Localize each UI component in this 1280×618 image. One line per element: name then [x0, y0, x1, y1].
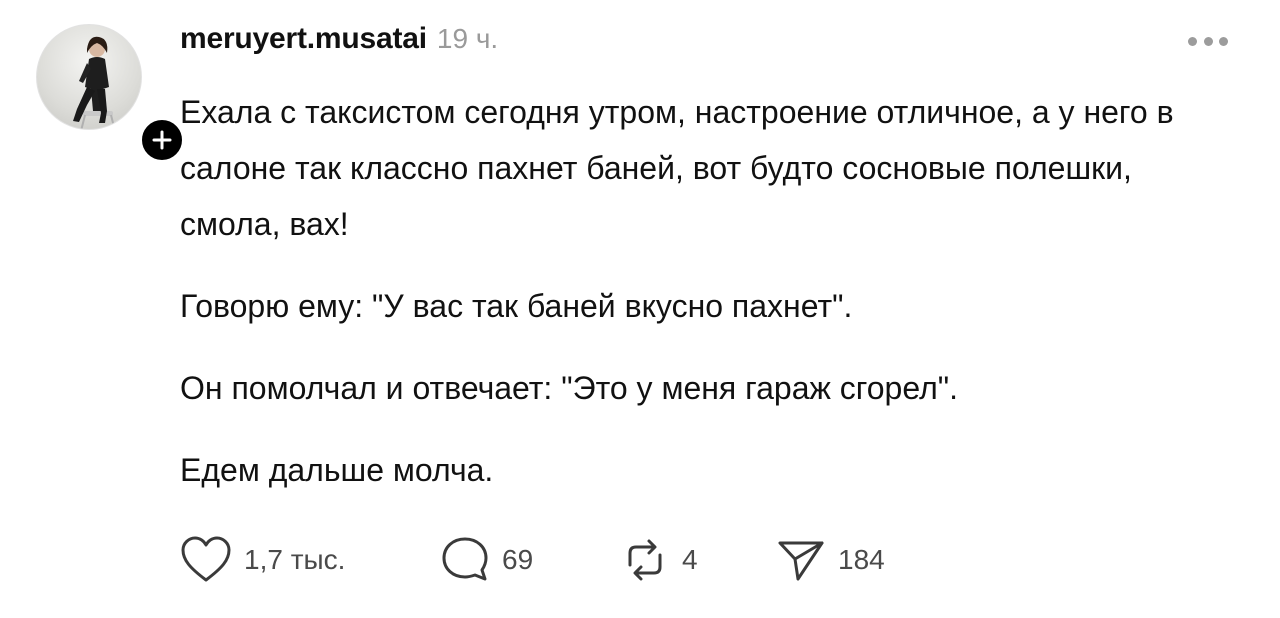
post-header: meruyert.musatai 19 ч. — [180, 22, 498, 56]
avatar[interactable] — [36, 24, 142, 130]
comment-count: 69 — [502, 544, 534, 575]
share-count: 184 — [838, 544, 885, 575]
more-horizontal-icon — [1188, 36, 1197, 46]
comment-button[interactable]: 69 — [440, 535, 620, 585]
post-body: Ехала с таксистом сегодня утром, настрое… — [180, 84, 1240, 498]
post-paragraph: Едем дальше молча. — [180, 452, 494, 488]
like-count: 1,7 тыс. — [244, 544, 346, 575]
post-actions: 1,7 тыс. 69 4 184 — [180, 534, 885, 586]
repost-arrows-icon — [628, 539, 662, 581]
follow-button[interactable] — [138, 116, 186, 164]
author-username[interactable]: meruyert.musatai — [180, 22, 427, 56]
post-paragraph: Он помолчал и отвечает: "Это у меня гара… — [180, 370, 958, 406]
heart-icon — [181, 536, 231, 582]
avatar-container — [36, 24, 186, 164]
post-paragraph: Ехала с таксистом сегодня утром, настрое… — [180, 94, 1174, 242]
thread-post: meruyert.musatai 19 ч. Ехала с таксистом… — [0, 0, 1280, 618]
avatar-photo — [73, 36, 116, 129]
plus-icon — [152, 130, 172, 150]
like-button[interactable]: 1,7 тыс. — [180, 535, 440, 585]
repost-button[interactable]: 4 — [620, 535, 776, 585]
post-paragraph: Говорю ему: "У вас так баней вкусно пахн… — [180, 288, 853, 324]
repost-count: 4 — [682, 544, 698, 575]
speech-bubble-icon — [442, 537, 488, 581]
share-button[interactable]: 184 — [776, 535, 885, 585]
post-timestamp: 19 ч. — [436, 23, 499, 54]
more-options-button[interactable] — [1188, 34, 1228, 48]
paper-plane-icon — [778, 541, 824, 581]
